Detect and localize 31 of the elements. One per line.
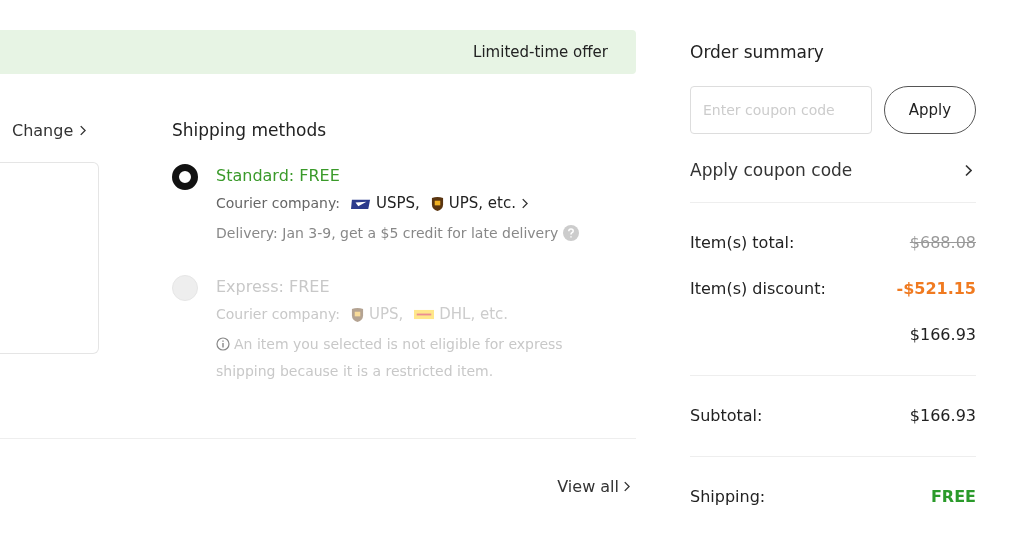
dhl-logo-icon: [414, 307, 435, 321]
change-link[interactable]: Change: [0, 121, 100, 140]
shield-logo-icon: [430, 195, 444, 211]
carrier-name: UPS, etc.: [448, 194, 516, 212]
view-all-link[interactable]: View all: [557, 477, 636, 496]
info-icon: [216, 337, 230, 351]
summary-label: Item(s) total:: [690, 232, 795, 252]
chevron-right-icon: [623, 481, 630, 492]
summary-label: Shipping:: [690, 486, 766, 506]
apply-coupon-row[interactable]: Apply coupon code: [690, 160, 976, 203]
shield-logo-icon: [350, 306, 364, 322]
shipping-option-title: Standard: FREE: [216, 166, 341, 185]
offer-text: Limited-time offer: [473, 43, 608, 61]
summary-value: $166.93: [909, 405, 976, 425]
chevron-right-icon: [520, 197, 528, 209]
courier-label: Courier company:: [216, 195, 340, 211]
summary-value: $688.08: [909, 232, 976, 252]
summary-label: Item(s) discount:: [690, 278, 826, 298]
radio-button[interactable]: [172, 164, 198, 190]
summary-value: FREE: [930, 486, 976, 506]
section-title: Shipping methods: [172, 120, 328, 140]
help-icon[interactable]: [562, 225, 579, 241]
summary-value: -$521.15: [896, 278, 976, 298]
apply-button[interactable]: Apply: [884, 86, 976, 134]
chevron-right-icon: [964, 163, 972, 177]
summary-label: Subtotal:: [690, 405, 763, 425]
summary-title: Order summary: [690, 42, 825, 62]
shipping-note: Delivery: Jan 3-9, get a $5 credit for late delivery: [216, 220, 626, 247]
carrier-name: USPS,: [375, 194, 420, 212]
summary-value: $166.93: [909, 324, 976, 344]
chevron-right-icon: [79, 125, 87, 136]
